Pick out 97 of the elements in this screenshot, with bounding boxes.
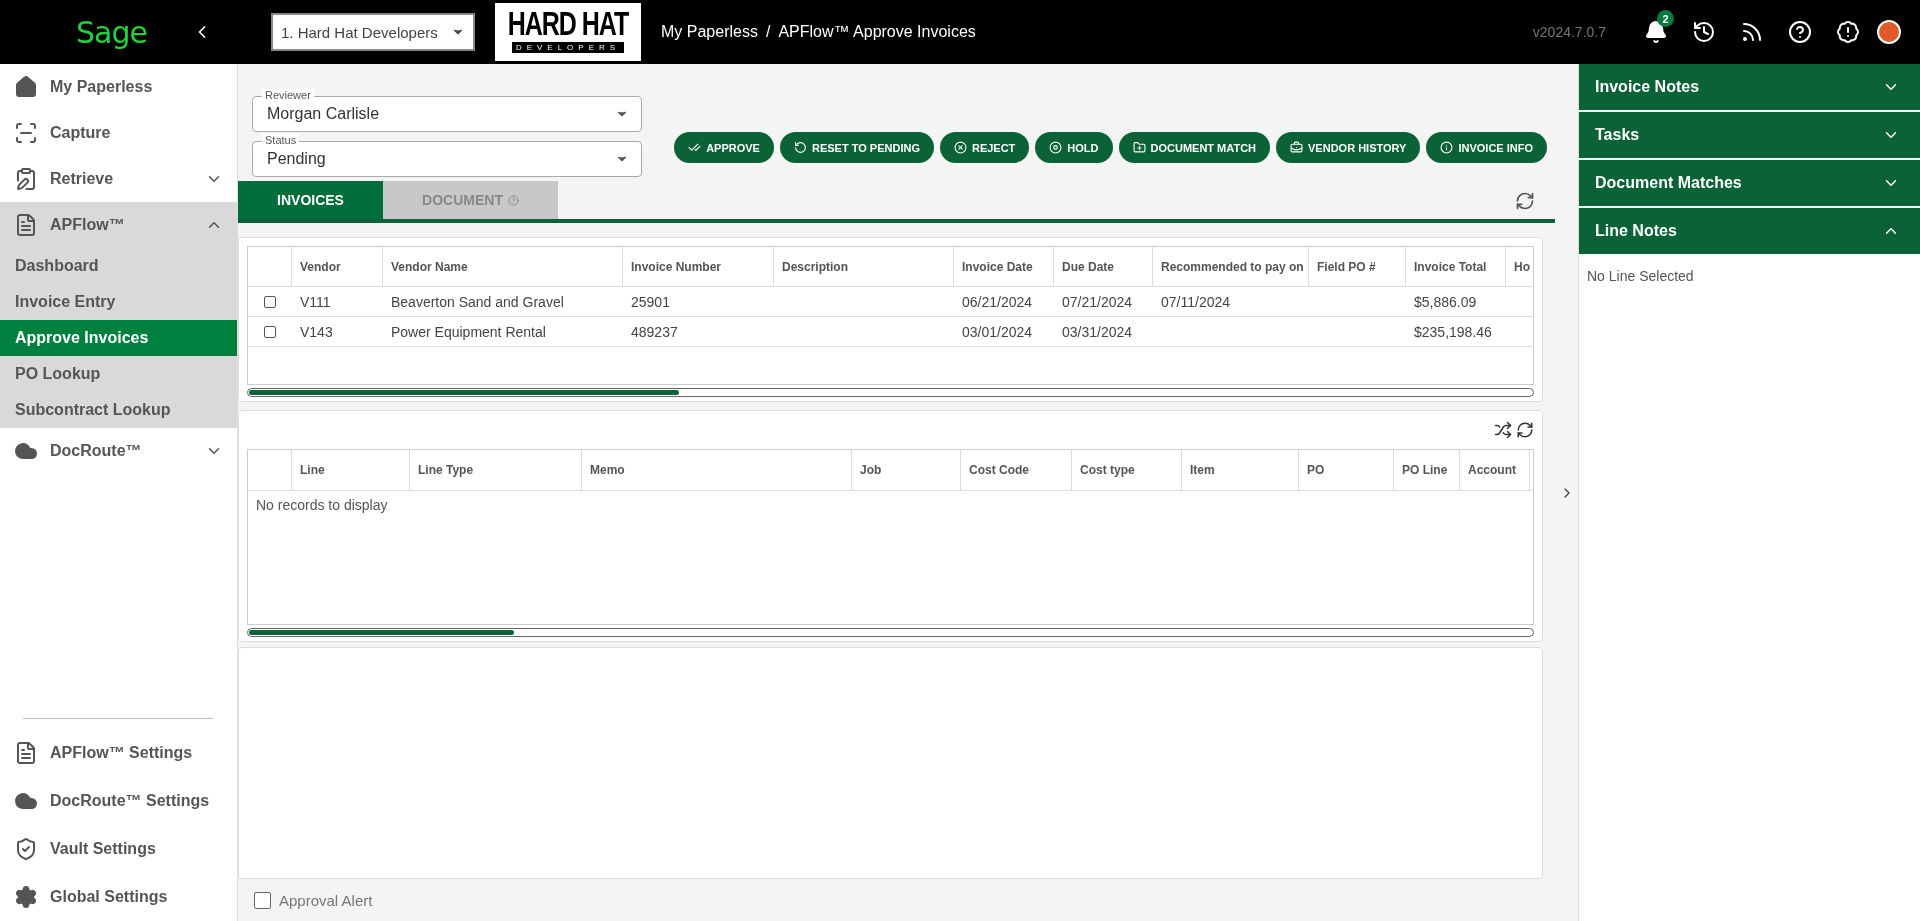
check-icon <box>688 141 702 154</box>
column-header[interactable]: Description <box>774 247 954 286</box>
scan-icon <box>14 121 38 145</box>
folder-icon <box>1132 141 1146 154</box>
breadcrumb-separator: / <box>765 23 771 41</box>
nav-subitem[interactable]: Invoice Entry <box>0 284 237 320</box>
column-header[interactable]: PO <box>1299 450 1394 490</box>
column-header[interactable]: Invoice Date <box>954 247 1054 286</box>
reset-icon <box>793 141 807 154</box>
notification-badge: 2 <box>1657 10 1674 27</box>
nav-subitem[interactable]: Subcontract Lookup <box>0 392 237 428</box>
settings-icon <box>14 885 38 909</box>
table-cell-text: 489237 <box>630 322 679 342</box>
column-header[interactable]: Account <box>1460 450 1530 490</box>
breadcrumb[interactable]: My Paperless <box>661 23 758 41</box>
column-header[interactable]: Line Type <box>410 450 582 490</box>
alert-icon[interactable] <box>1836 20 1860 44</box>
row-checkbox[interactable] <box>264 325 276 338</box>
column-header[interactable]: Invoice Total <box>1406 247 1506 286</box>
panel-text: No Line Selected <box>1586 267 1695 286</box>
column-header[interactable]: Job <box>852 450 961 490</box>
column-header[interactable]: Recommended to pay on <box>1153 247 1309 286</box>
close-circle-icon <box>953 141 967 154</box>
help-icon <box>507 194 519 206</box>
column-header[interactable]: Due Date <box>1054 247 1153 286</box>
column-header[interactable]: Vendor <box>292 247 383 286</box>
home-icon <box>14 75 38 99</box>
table-cell-text: 07/21/2024 <box>1061 292 1134 312</box>
table-cell-text: 03/31/2024 <box>1061 322 1134 342</box>
stop-icon <box>1049 141 1063 154</box>
action-button[interactable]: INVOICE INFO <box>1426 132 1547 163</box>
action-button[interactable]: HOLD <box>1035 132 1113 163</box>
version: v2024.7.0.7 <box>1532 24 1606 40</box>
document-icon <box>14 741 38 765</box>
action-button[interactable]: VENDOR HISTORY <box>1276 132 1421 163</box>
accordion-header[interactable]: Document Matches <box>1579 160 1920 208</box>
column-header[interactable]: PO Line <box>1394 450 1460 490</box>
table-cell-text: $235,198.46 <box>1413 322 1493 342</box>
row-checkbox[interactable] <box>264 295 276 308</box>
nav-item[interactable]: My Paperless <box>0 64 237 110</box>
action-button[interactable]: RESET TO PENDING <box>779 132 934 163</box>
column-header[interactable]: Memo <box>582 450 852 490</box>
action-button[interactable]: DOCUMENT MATCH <box>1118 132 1271 163</box>
table-cell-text: Beaverton Sand and Gravel <box>390 292 565 312</box>
checkbox[interactable] <box>254 891 271 909</box>
settings-item[interactable]: Global Settings <box>0 873 237 921</box>
shield-icon <box>14 837 38 861</box>
nav-subitem[interactable]: PO Lookup <box>0 356 237 392</box>
refresh-icon[interactable] <box>1516 421 1534 439</box>
checkbox-label: Approval Alert <box>279 891 373 909</box>
column-header[interactable]: Line <box>292 450 410 490</box>
rss-icon[interactable] <box>1740 20 1764 44</box>
history-icon[interactable] <box>1692 20 1716 44</box>
table-cell-text: Power Equipment Rental <box>390 322 547 342</box>
document-icon <box>14 213 38 237</box>
accordion-header[interactable]: Line Notes <box>1579 208 1920 256</box>
empty-message: No records to display <box>255 496 389 515</box>
settings-item[interactable]: DocRoute™ Settings <box>0 777 237 825</box>
settings-item[interactable]: Vault Settings <box>0 825 237 873</box>
action-button[interactable]: REJECT <box>939 132 1030 163</box>
column-header[interactable]: Item <box>1182 450 1299 490</box>
brand-logo: HARD HAT DEVELOPERS <box>495 3 641 61</box>
info-icon <box>1440 141 1454 154</box>
nav-item[interactable]: Capture <box>0 110 237 156</box>
avatar[interactable] <box>1877 20 1901 44</box>
table-cell-text: V111 <box>299 292 332 312</box>
field-label: Status <box>262 134 300 147</box>
table-cell-text: 07/11/2024 <box>1160 292 1232 312</box>
help-icon[interactable] <box>1788 20 1812 44</box>
column-header[interactable]: Invoice Number <box>623 247 774 286</box>
table-cell-text: 25901 <box>630 292 671 312</box>
accordion-header[interactable]: Invoice Notes <box>1579 64 1920 112</box>
table-cell-text: 03/01/2024 <box>961 322 1034 342</box>
settings-item[interactable]: APFlow™ Settings <box>0 729 237 777</box>
shuffle-icon[interactable] <box>1494 421 1512 439</box>
company-select[interactable]: 1. Hard Hat Developers <box>271 13 475 51</box>
briefcase-icon <box>1290 141 1304 154</box>
tab[interactable]: INVOICES <box>238 181 383 219</box>
logo: Sage <box>76 14 147 50</box>
refresh-icon[interactable] <box>1515 191 1535 211</box>
column-header[interactable]: Cost type <box>1072 450 1182 490</box>
column-header[interactable]: Field PO # <box>1309 247 1406 286</box>
table-cell-text: V143 <box>299 322 334 342</box>
nav-subitem[interactable]: Approve Invoices <box>0 320 237 356</box>
nav-subitem[interactable]: Dashboard <box>0 248 237 284</box>
accordion-header[interactable]: Tasks <box>1579 112 1920 160</box>
nav-item[interactable]: Retrieve <box>0 156 237 202</box>
nav-item[interactable]: DocRoute™ <box>0 428 237 474</box>
breadcrumb: APFlow™ Approve Invoices <box>778 23 976 41</box>
column-header[interactable]: Ho <box>1506 247 1533 286</box>
table-cell-text: $5,886.09 <box>1413 292 1478 312</box>
action-button[interactable]: APPROVE <box>674 132 774 163</box>
field-label: Reviewer <box>262 89 314 102</box>
clipboard-icon <box>14 167 38 191</box>
column-header[interactable]: Vendor Name <box>383 247 623 286</box>
table-cell-text: 06/21/2024 <box>961 292 1034 312</box>
column-header[interactable]: Cost Code <box>961 450 1072 490</box>
